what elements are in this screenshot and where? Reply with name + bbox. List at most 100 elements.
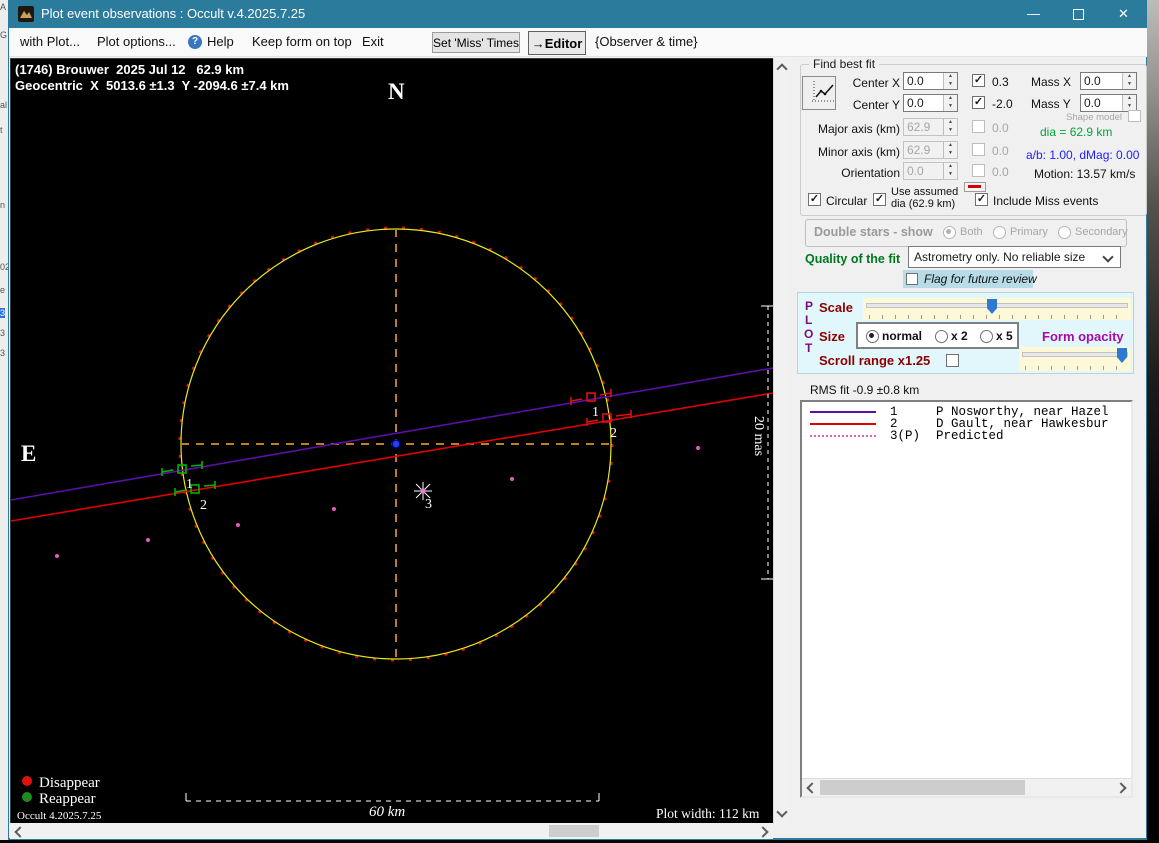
center-y-input[interactable]: 0.0 ▲ ▼ xyxy=(903,94,958,112)
editor-button[interactable]: →Editor xyxy=(528,31,586,55)
double-stars-title: Double stars - show xyxy=(814,225,933,239)
menu-with-plot[interactable]: with Plot... xyxy=(20,28,80,56)
scroll-right-icon[interactable] xyxy=(757,826,769,838)
form-opacity-slider[interactable] xyxy=(1019,347,1131,371)
east-label: E xyxy=(21,441,36,466)
center-y-spinner[interactable]: ▲ ▼ xyxy=(943,95,957,111)
menu-keep-form-on-top[interactable]: Keep form on top xyxy=(252,28,352,56)
north-label: N xyxy=(388,79,405,104)
maximize-button[interactable] xyxy=(1056,0,1101,28)
list-scroll-left-icon[interactable] xyxy=(806,782,818,794)
scroll-left-icon[interactable] xyxy=(14,826,26,838)
ab-dmag-label: a/b: 1.00, dMag: 0.00 xyxy=(1026,148,1140,162)
observer-list[interactable]: 1 P Nosworthy, near Hazel 2 D Gault, nea… xyxy=(800,400,1133,798)
shape-model-checkbox[interactable] xyxy=(1128,110,1141,122)
minor-axis-spinner[interactable]: ▲ ▼ xyxy=(943,142,957,158)
scroll-up-icon[interactable] xyxy=(776,63,788,75)
control-panel: Find best fit Center X 0.0 ▲ ▼ ✓ 0.3 Mass… xyxy=(788,56,1147,838)
plot-letter-o: O xyxy=(804,327,814,341)
km-scale-bar xyxy=(185,793,600,802)
flag-review-band: Flag for future review xyxy=(903,270,1037,288)
set-miss-times-button[interactable]: Set 'Miss' Times xyxy=(432,32,520,53)
list-scroll-right-icon[interactable] xyxy=(1115,782,1127,794)
form-opacity-thumb[interactable] xyxy=(1117,348,1127,363)
screen: A G al t n 02 e 3 3 3 Plot event observa… xyxy=(0,0,1159,843)
circular-checkbox[interactable]: ✓ xyxy=(808,193,821,206)
mass-x-spinner[interactable]: ▲ ▼ xyxy=(1122,73,1136,89)
app-icon xyxy=(18,6,34,22)
flag-review-checkbox[interactable] xyxy=(906,273,918,285)
orientation-result: 0.0 xyxy=(992,165,1009,179)
menu-exit[interactable]: Exit xyxy=(362,28,384,56)
line-colour-button[interactable] xyxy=(964,182,986,192)
scale-slider-thumb[interactable] xyxy=(987,299,997,314)
scale-slider[interactable] xyxy=(863,298,1131,320)
use-assumed-label-2: dia (62.9 km) xyxy=(891,198,956,210)
list-scroll-thumb[interactable] xyxy=(820,780,1025,795)
include-miss-checkbox[interactable]: ✓ xyxy=(975,193,988,206)
center-x-result: 0.3 xyxy=(992,75,1009,89)
plot-horizontal-scrollbar[interactable] xyxy=(10,823,773,839)
chord2-swatch xyxy=(810,423,876,425)
major-axis-input[interactable]: 62.9 ▲ ▼ xyxy=(903,118,958,136)
motion-label: Motion: 13.57 km/s xyxy=(1034,167,1136,181)
use-assumed-checkbox[interactable]: ✓ xyxy=(873,193,886,206)
km-scale-label: 60 km xyxy=(369,804,405,820)
double-primary-radio[interactable] xyxy=(993,226,1006,239)
size-x2-radio[interactable] xyxy=(935,330,948,343)
plot-letter-p: P xyxy=(805,299,814,313)
dia-label: dia = 62.9 km xyxy=(1040,125,1113,139)
disappear-legend-dot xyxy=(22,776,32,786)
scroll-range-checkbox[interactable] xyxy=(946,354,959,367)
menu-bar: with Plot... Plot options... ? Help Keep… xyxy=(9,28,1147,57)
predicted-star-center xyxy=(420,488,426,494)
plot-letter-l: L xyxy=(805,313,813,327)
minor-axis-label: Minor axis (km) xyxy=(817,145,900,159)
center-x-spinner[interactable]: ▲ ▼ xyxy=(943,73,957,89)
size-normal-label: normal xyxy=(882,329,923,343)
major-axis-checkbox[interactable] xyxy=(972,120,985,133)
observer-list-scrollbar[interactable] xyxy=(802,778,1131,796)
center-x-input[interactable]: 0.0 ▲ ▼ xyxy=(903,72,958,90)
scroll-thumb[interactable] xyxy=(549,825,599,837)
close-button[interactable]: ✕ xyxy=(1101,0,1146,28)
mass-x-input[interactable]: 0.0 ▲ ▼ xyxy=(1080,72,1137,90)
major-axis-spinner[interactable]: ▲ ▼ xyxy=(943,119,957,135)
size-normal-radio[interactable] xyxy=(866,330,879,343)
orientation-input[interactable]: 0.0 ▲ ▼ xyxy=(903,162,958,180)
center-y-checkbox[interactable]: ✓ xyxy=(972,96,985,109)
center-y-result: -2.0 xyxy=(992,97,1013,111)
double-primary-label: Primary xyxy=(1010,226,1048,238)
minor-axis-checkbox[interactable] xyxy=(972,143,985,156)
plot-area[interactable]: (1746) Brouwer 2025 Jul 12 62.9 km Geoce… xyxy=(10,58,774,824)
observer-row[interactable]: 3(P) Predicted xyxy=(802,430,1131,442)
orientation-checkbox[interactable] xyxy=(972,164,985,177)
minimize-button[interactable]: — xyxy=(1011,0,1056,28)
disappear-label-2: 2 xyxy=(610,426,617,441)
size-x5-radio[interactable] xyxy=(980,330,993,343)
minor-axis-input[interactable]: 62.9 ▲ ▼ xyxy=(903,141,958,159)
dropdown-chevron-icon xyxy=(1102,251,1114,263)
size-x5-label: x 5 xyxy=(996,329,1013,343)
plot-canvas: 1 2 1 2 3 N E 20 mas 60 km Plot width: 1… xyxy=(10,79,774,822)
double-secondary-label: Secondary xyxy=(1075,226,1128,238)
major-axis-label: Major axis (km) xyxy=(817,122,900,136)
orientation-spinner[interactable]: ▲ ▼ xyxy=(943,163,957,179)
menu-plot-options[interactable]: Plot options... xyxy=(97,28,176,56)
title-bar[interactable]: Plot event observations : Occult v.4.202… xyxy=(9,0,1146,28)
double-secondary-radio[interactable] xyxy=(1058,226,1071,239)
reappear-label-2: 2 xyxy=(200,498,207,513)
scroll-down-icon[interactable] xyxy=(776,806,788,818)
center-y-label: Center Y xyxy=(852,98,900,112)
scale-label: Scale xyxy=(819,300,853,315)
center-x-checkbox[interactable]: ✓ xyxy=(972,74,985,87)
plot-title: (1746) Brouwer 2025 Jul 12 62.9 km xyxy=(15,62,245,77)
mass-y-spinner[interactable]: ▲ ▼ xyxy=(1122,95,1136,111)
double-both-radio[interactable] xyxy=(943,226,956,239)
menu-help[interactable]: Help xyxy=(207,28,234,56)
reappear-legend-label: Reappear xyxy=(39,791,96,807)
window-title: Plot event observations : Occult v.4.202… xyxy=(41,6,306,21)
use-assumed-label-1: Use assumed xyxy=(891,186,959,198)
quality-dropdown[interactable]: Astrometry only. No reliable size xyxy=(908,246,1121,268)
observer-time-label: {Observer & time} xyxy=(595,34,698,49)
